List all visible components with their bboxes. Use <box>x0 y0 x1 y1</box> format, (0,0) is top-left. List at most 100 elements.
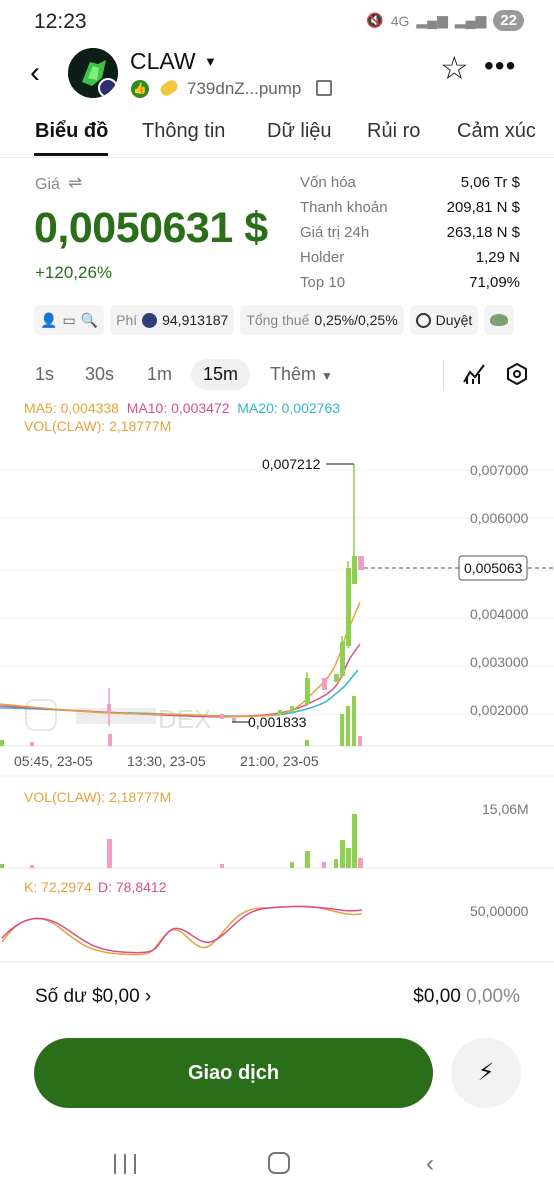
active-tab-indicator <box>34 153 108 156</box>
d-line <box>1 905 363 954</box>
clock-icon <box>415 312 431 328</box>
balance-link[interactable]: Số dư $0,00 › <box>35 986 151 1008</box>
status-bar: 12:23 🔇 4G ▂▄▆ ▂▄▆ 22 <box>0 0 554 44</box>
tab-data[interactable]: Dữ liệu <box>267 120 332 143</box>
pill-icon <box>158 77 180 99</box>
stat-row: Vốn hóa 5,06 Tr $ <box>300 174 520 199</box>
token-header: ‹ CLAW ▼ 👍 739dnZ...pump ☆ ••• <box>0 44 554 106</box>
interval-more[interactable]: Thêm ▼ <box>270 364 333 385</box>
network-label: 4G <box>390 12 410 29</box>
leaf-chip[interactable] <box>484 305 515 335</box>
solana-icon <box>142 312 158 328</box>
stat-row: Holder 1,29 N <box>300 249 520 274</box>
triangle-down-icon: ▼ <box>321 369 333 383</box>
k-line <box>1 905 363 956</box>
chart-canvas: 0,007000 0,006000 0,004000 0,003000 0,00… <box>0 456 554 963</box>
vol-max-label: 15,06M <box>482 801 529 817</box>
stat-value: 209,81 N $ <box>446 199 520 216</box>
fee-label: Phí <box>116 312 138 328</box>
stat-row: Giá trị 24h 263,18 N $ <box>300 224 520 249</box>
stat-label: Top 10 <box>300 274 346 291</box>
y-tick: 0,003000 <box>470 654 529 670</box>
x-tick: 21:00, 23-05 <box>240 753 319 769</box>
price-change: +120,26% <box>35 263 113 282</box>
y-tick: 0,004000 <box>470 606 529 622</box>
quick-trade-bolt-icon[interactable]: ⚡ <box>451 1038 521 1108</box>
interval-1m[interactable]: 1m <box>147 364 172 385</box>
y-tick: 0,002000 <box>470 702 529 718</box>
user-icon: 👤 <box>40 311 58 328</box>
recents-icon[interactable] <box>114 1154 136 1174</box>
mute-icon: 🔇 <box>366 12 384 28</box>
stat-value: 71,09% <box>469 274 520 291</box>
tab-bar: Biểu đồ Thông tin Dữ liệu Rủi ro Cảm xúc <box>0 112 554 158</box>
current-price-tag-text: 0,005063 <box>464 560 523 576</box>
search-icon: 🔍 <box>80 311 99 328</box>
x-tick: 05:45, 23-05 <box>14 753 93 769</box>
chevron-down-icon[interactable]: ▼ <box>204 54 217 69</box>
home-icon[interactable] <box>268 1152 290 1174</box>
trade-button[interactable]: Giao dịch <box>34 1038 433 1108</box>
y-tick: 0,006000 <box>470 510 529 526</box>
star-icon[interactable]: ☆ <box>440 52 469 84</box>
solana-badge-icon <box>98 78 118 98</box>
low-label: 0,001833 <box>248 714 307 730</box>
settings-icon[interactable] <box>506 363 528 385</box>
balance-summary: $0,00 0,00% <box>413 986 520 1008</box>
stat-label: Giá trị 24h <box>300 224 370 241</box>
interval-1s[interactable]: 1s <box>35 364 54 385</box>
tools-chip[interactable]: 👤 ▭ 🔍 <box>34 305 105 335</box>
stat-row: Thanh khoản 209,81 N $ <box>300 199 520 224</box>
token-name[interactable]: CLAW <box>130 48 196 75</box>
tab-sentiment[interactable]: Cảm xúc <box>457 120 536 143</box>
copy-icon[interactable] <box>316 80 332 96</box>
volume-bars <box>0 814 363 868</box>
swap-icon[interactable]: ⇌ <box>68 173 82 193</box>
tab-risk[interactable]: Rủi ro <box>367 120 420 143</box>
tax-label: Tổng thuế <box>246 312 310 328</box>
window-icon: ▭ <box>62 311 76 328</box>
balance-usd: $0,00 <box>413 986 461 1007</box>
stat-label: Vốn hóa <box>300 174 356 191</box>
more-icon[interactable]: ••• <box>484 50 516 82</box>
system-nav-bar: ‹ <box>0 1140 554 1190</box>
price-chart[interactable]: MA5: 0,004338 MA10: 0,003472 MA20: 0,002… <box>0 396 554 966</box>
balance-text: Số dư $0,00 <box>35 986 140 1007</box>
y-axis: 0,007000 0,006000 0,004000 0,003000 0,00… <box>470 462 529 718</box>
more-intervals-label: Thêm <box>270 364 317 384</box>
tax-chip[interactable]: Tổng thuế 0,25%/0,25% <box>240 305 404 335</box>
tab-info[interactable]: Thông tin <box>142 120 225 143</box>
y-tick: 0,007000 <box>470 462 529 478</box>
x-tick: 13:30, 23-05 <box>127 753 206 769</box>
battery-badge: 22 <box>493 10 524 31</box>
divider <box>443 360 444 390</box>
vol-label: VOL(CLAW): 2,18777M <box>24 789 171 805</box>
kd-tick: 50,00000 <box>470 903 529 919</box>
tab-chart[interactable]: Biểu đồ <box>35 120 108 143</box>
nav-back-icon[interactable]: ‹ <box>426 1150 434 1178</box>
stat-label: Holder <box>300 249 345 266</box>
indicator-icon[interactable] <box>462 362 486 386</box>
token-avatar <box>68 48 118 98</box>
signal-icon-2: ▂▄▆ <box>454 12 487 28</box>
signal-icon: ▂▄▆ <box>416 12 448 28</box>
fee-chip[interactable]: Phí 94,913187 <box>110 305 235 335</box>
stats-table: Vốn hóa 5,06 Tr $ Thanh khoản 209,81 N $ G… <box>300 174 520 299</box>
chevron-right-icon: › <box>144 986 152 1007</box>
stat-value: 1,29 N <box>475 249 520 266</box>
x-axis: 05:45, 23-05 13:30, 23-05 21:00, 23-05 <box>14 753 319 769</box>
balance-pct: 0,00% <box>466 986 520 1007</box>
price-label: Giá <box>35 176 60 193</box>
interval-30s[interactable]: 30s <box>85 364 114 385</box>
status-icons: 🔇 4G ▂▄▆ ▂▄▆ 22 <box>366 10 524 31</box>
candles <box>107 464 364 726</box>
fee-value: 94,913187 <box>162 312 229 328</box>
back-arrow-icon[interactable]: ‹ <box>30 58 56 88</box>
token-address: 739dnZ...pump <box>187 79 302 98</box>
interval-15m[interactable]: 15m <box>191 359 251 390</box>
status-time: 12:23 <box>34 10 87 33</box>
current-price: 0,0050631 $ <box>34 204 268 252</box>
review-chip[interactable]: Duyệt <box>409 305 479 335</box>
verified-icon: 👍 <box>131 80 149 98</box>
watermark-text: DEX <box>158 704 211 734</box>
